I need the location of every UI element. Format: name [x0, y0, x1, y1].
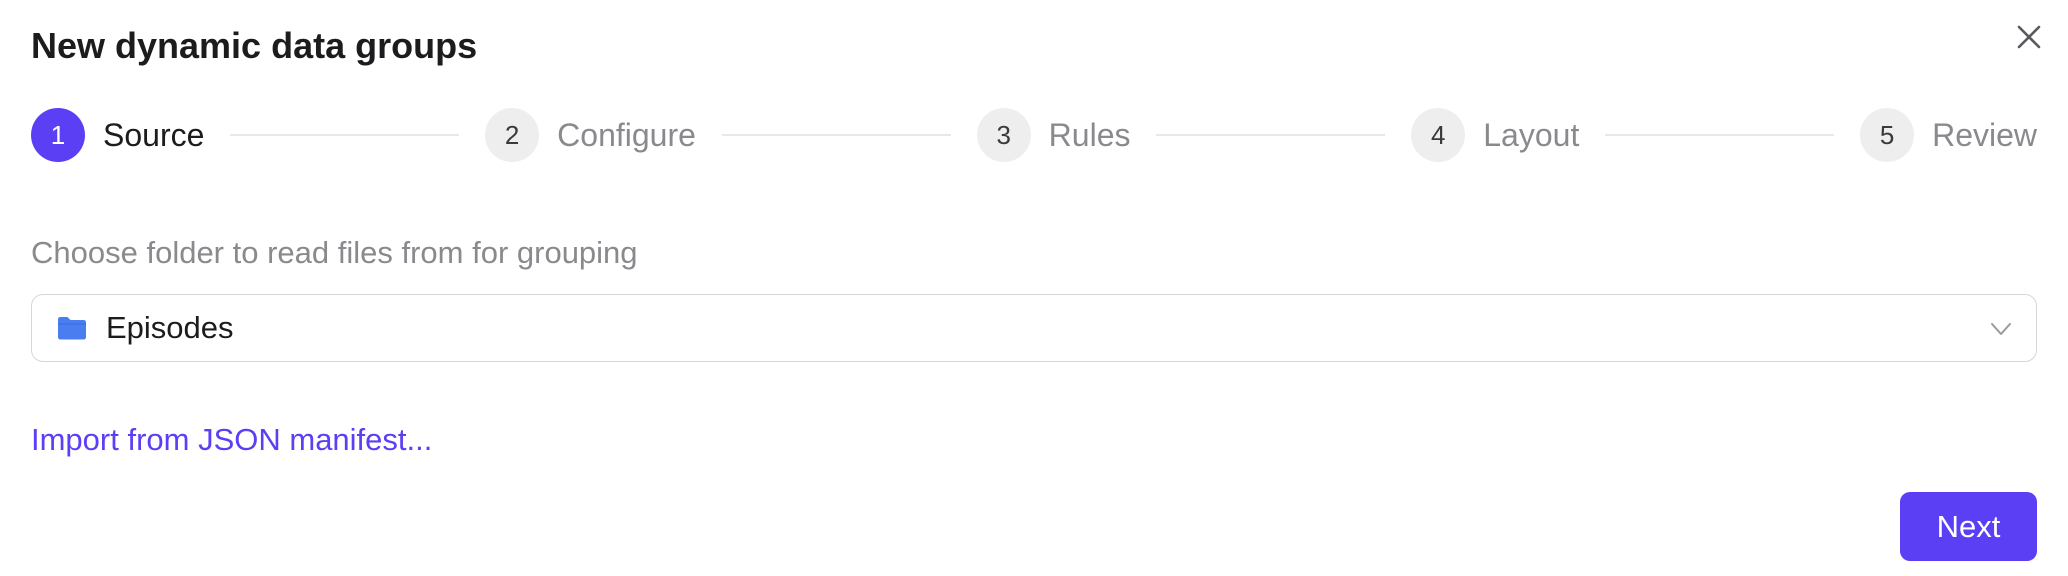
step-label: Review: [1932, 116, 2038, 153]
step-label: Rules: [1048, 116, 1131, 153]
wizard-stepper: 1 Source 2 Configure 3 Rules 4 Layout 5 …: [31, 108, 2037, 162]
step-label: Source: [103, 116, 205, 153]
step-number: 2: [485, 108, 540, 162]
step-label: Configure: [557, 116, 696, 153]
step-rules[interactable]: 3 Rules: [976, 108, 1131, 162]
dialog-title: New dynamic data groups: [31, 25, 478, 66]
step-layout[interactable]: 4 Layout: [1411, 108, 1579, 162]
close-button[interactable]: [2010, 18, 2048, 56]
import-json-manifest-link[interactable]: Import from JSON manifest...: [31, 420, 432, 460]
step-configure[interactable]: 2 Configure: [485, 108, 696, 162]
step-label: Layout: [1483, 116, 1580, 153]
folder-icon: [56, 314, 90, 342]
step-connector: [1156, 134, 1386, 136]
selected-folder-value: Episodes: [106, 310, 234, 345]
step-connector: [721, 134, 951, 136]
step-connector: [1605, 134, 1835, 136]
step-number: 1: [31, 108, 85, 162]
step-number: 4: [1411, 108, 1466, 162]
step-number: 5: [1860, 108, 1915, 162]
folder-prompt-label: Choose folder to read files from for gro…: [31, 235, 638, 270]
step-number: 3: [976, 108, 1031, 162]
close-icon: [2017, 25, 2041, 49]
step-connector: [230, 134, 460, 136]
step-review[interactable]: 5 Review: [1860, 108, 2037, 162]
next-button[interactable]: Next: [1900, 492, 2037, 561]
step-source[interactable]: 1 Source: [31, 108, 204, 162]
folder-select[interactable]: Episodes: [31, 294, 2037, 362]
chevron-down-icon: [1991, 323, 2011, 335]
